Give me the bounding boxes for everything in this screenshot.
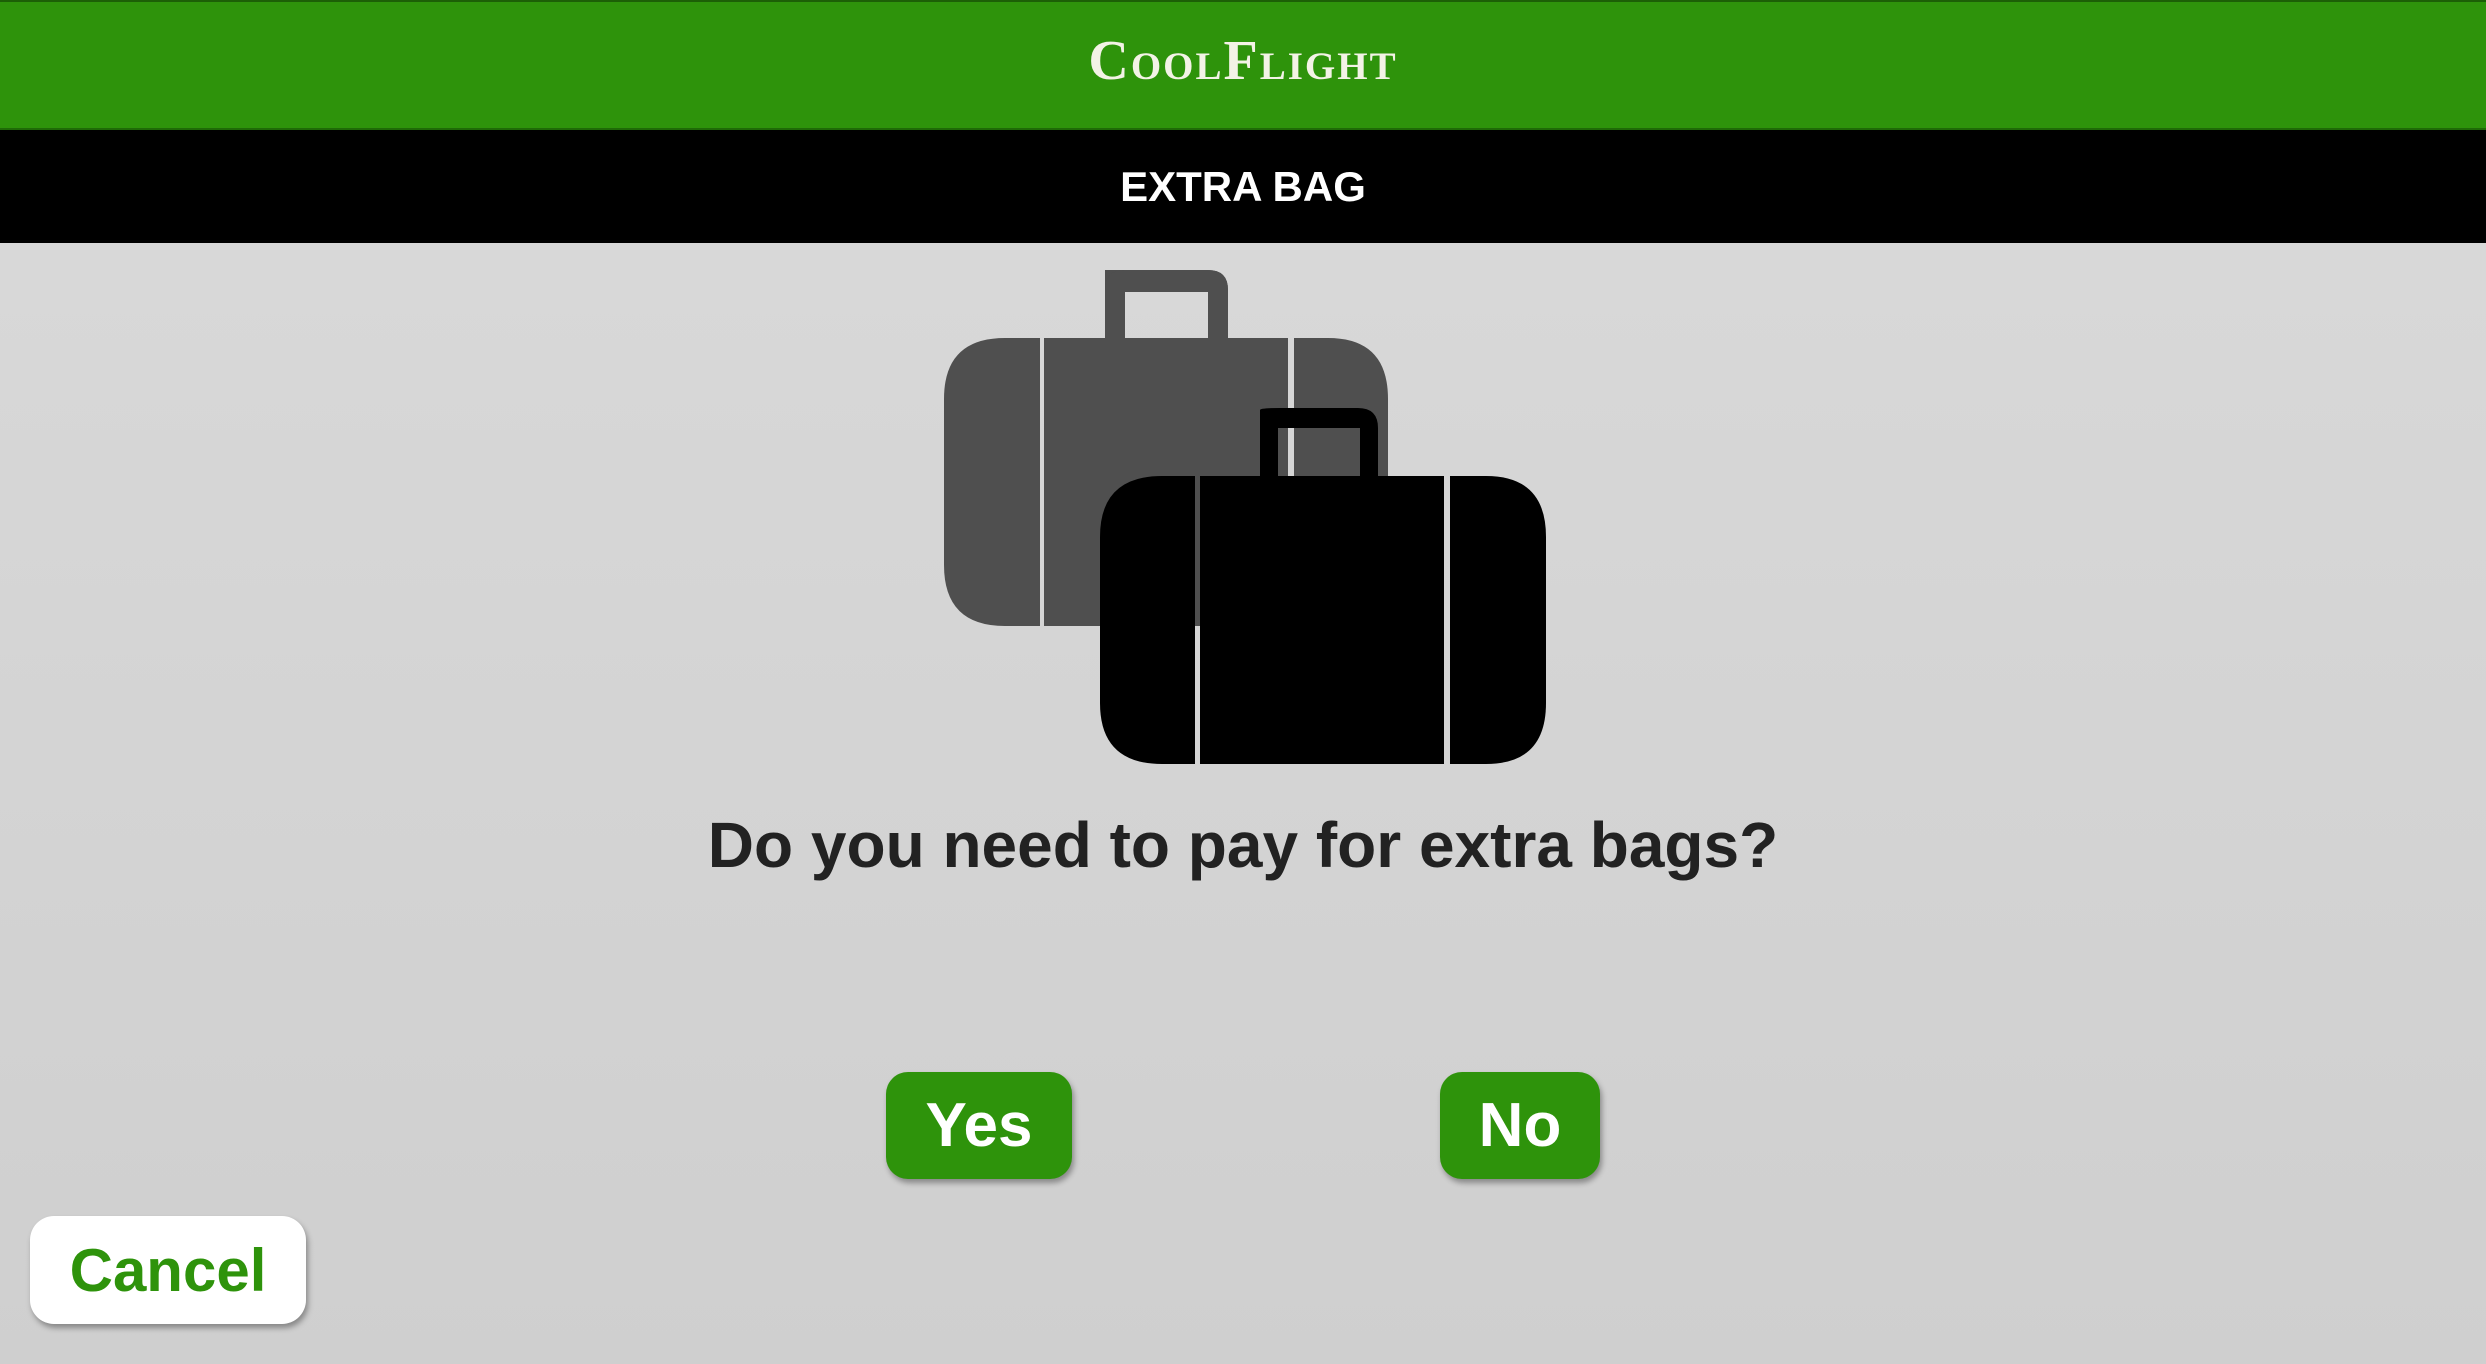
brand-bar: CoolFlight [0, 0, 2486, 130]
app-brand-title: CoolFlight [1088, 30, 1398, 92]
no-button[interactable]: No [1440, 1072, 1600, 1179]
page-title: EXTRA BAG [1120, 162, 1366, 210]
yes-button[interactable]: Yes [886, 1072, 1072, 1179]
cancel-button[interactable]: Cancel [30, 1216, 306, 1324]
question-text: Do you need to pay for extra bags? [707, 809, 1779, 881]
page-title-bar: EXTRA BAG [0, 130, 2486, 243]
luggage-icon [944, 270, 1546, 764]
